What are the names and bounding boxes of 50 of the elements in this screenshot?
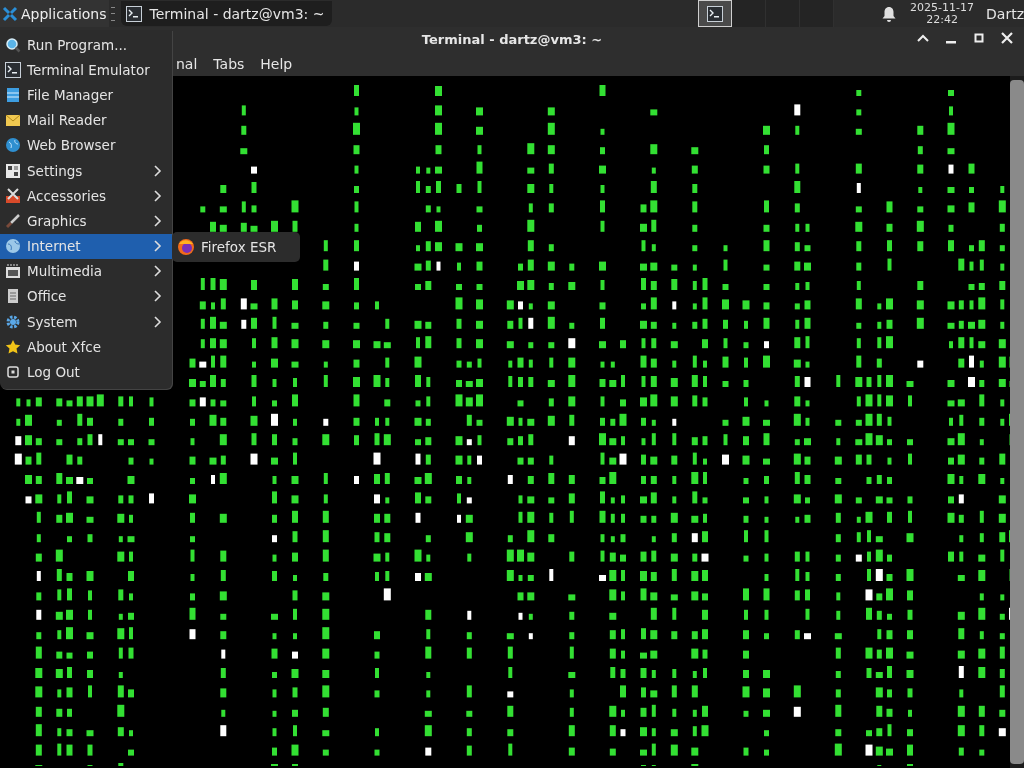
- bell-icon[interactable]: [882, 5, 897, 22]
- globe-icon: [5, 137, 21, 154]
- search-icon: [5, 36, 21, 53]
- menu-bar-item[interactable]: Help: [252, 53, 301, 74]
- menu-item[interactable]: Accessories: [0, 183, 172, 209]
- menu-item[interactable]: File Manager: [0, 82, 172, 108]
- terminal-icon: [707, 5, 724, 22]
- chevron-right-icon: [154, 265, 162, 278]
- chevron-right-icon: [154, 189, 162, 202]
- document-icon: [5, 288, 21, 305]
- chevron-right-icon: [154, 240, 162, 253]
- applications-menu-button[interactable]: Applications: [0, 0, 109, 27]
- user-name[interactable]: Dartz: [986, 5, 1024, 22]
- xfce-logo-icon: [2, 5, 18, 22]
- taskbar-button[interactable]: Terminal - dartz@vm3: ~: [120, 1, 333, 26]
- menu-item[interactable]: Log Out: [0, 359, 172, 385]
- chevron-right-icon: [154, 315, 162, 328]
- menu-item[interactable]: Web Browser: [0, 132, 172, 158]
- window-title: Terminal - dartz@vm3: ~: [421, 31, 603, 47]
- terminal-icon: [5, 61, 21, 78]
- menu-item[interactable]: Settings: [0, 157, 172, 184]
- settings-icon: [5, 162, 21, 179]
- menu-item[interactable]: Firefox ESR: [172, 233, 300, 260]
- menu-item[interactable]: System: [0, 309, 172, 335]
- menu-item[interactable]: Multimedia: [0, 258, 172, 284]
- scrollbar[interactable]: [1010, 80, 1024, 764]
- clock[interactable]: 2025-11-17 22:42: [910, 1, 975, 26]
- fox-globe-icon: [177, 237, 195, 256]
- menu-item[interactable]: About Xfce: [0, 334, 172, 360]
- menu-item[interactable]: Mail Reader: [0, 107, 172, 133]
- brush-icon: [5, 212, 21, 229]
- menu-item[interactable]: Internet: [0, 233, 172, 259]
- terminal-icon: [125, 5, 142, 22]
- scissors-icon: [5, 187, 21, 204]
- chevron-right-icon: [154, 164, 162, 177]
- time-text: 22:42: [926, 13, 958, 26]
- gear-icon: [5, 313, 21, 330]
- log-out-icon: [5, 364, 21, 381]
- chevron-right-icon: [154, 290, 162, 303]
- menu-bar-item[interactable]: Tabs: [205, 53, 253, 74]
- star-icon: [5, 338, 21, 355]
- file-cabinet-icon: [5, 86, 21, 103]
- date-text: 2025-11-17: [910, 1, 975, 14]
- menu-item[interactable]: Graphics: [0, 208, 172, 234]
- globe-icon: [5, 238, 21, 255]
- envelope-icon: [5, 112, 21, 129]
- menu-item[interactable]: Office: [0, 283, 172, 310]
- film-icon: [5, 263, 21, 280]
- panel-handle[interactable]: [110, 6, 115, 21]
- chevron-right-icon: [154, 214, 162, 227]
